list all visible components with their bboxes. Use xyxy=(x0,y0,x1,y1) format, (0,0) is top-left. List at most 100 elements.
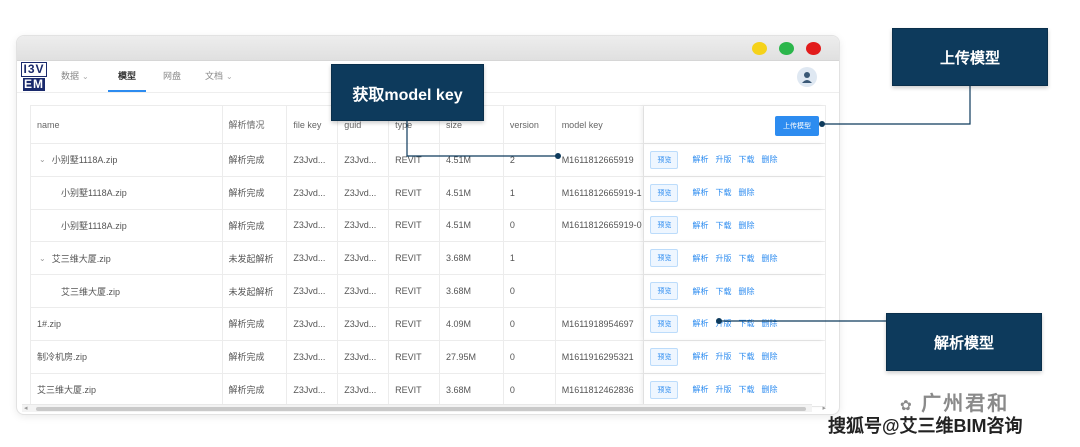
scroll-left-icon[interactable]: ◂ xyxy=(24,404,28,412)
nav-tab-label: 文档 xyxy=(205,71,224,81)
cell-version: 1 xyxy=(504,242,556,275)
cell-status: 解析完成 xyxy=(223,144,288,176)
file-name: 小别墅1118A.zip xyxy=(61,188,127,199)
cell-type: REVIT xyxy=(389,340,440,373)
cell-size: 3.68M xyxy=(440,242,504,275)
maximize-dot[interactable] xyxy=(779,42,794,55)
app-logo: I3V EM xyxy=(19,61,49,92)
download-link[interactable]: 下载 xyxy=(738,351,754,362)
cell-file-key: Z3Jvd... xyxy=(287,340,339,373)
scrollbar-thumb[interactable] xyxy=(36,407,806,411)
delete-link[interactable]: 删除 xyxy=(738,286,754,297)
download-link[interactable]: 下载 xyxy=(715,286,731,297)
table-row[interactable]: 制冷机房.zip 解析完成 Z3Jvd... Z3Jvd... REVIT 27.95M 0… xyxy=(31,340,825,374)
nav-tab-data[interactable]: 数据 ⌄ xyxy=(61,61,89,92)
cell-actions: 预览 解析 下载 删除 xyxy=(644,275,825,307)
cell-file-key: Z3Jvd... xyxy=(287,176,339,209)
cell-status: 解析完成 xyxy=(223,209,288,242)
file-name: 小别墅1118A.zip xyxy=(51,155,118,166)
chevron-down-icon[interactable]: ⌄ xyxy=(39,254,46,263)
scroll-right-icon[interactable]: ▸ xyxy=(822,404,826,412)
delete-link[interactable]: 删除 xyxy=(738,187,754,198)
cell-size: 4.51M xyxy=(440,176,504,209)
horizontal-scrollbar[interactable]: ◂ ▸ xyxy=(22,404,826,412)
cell-status: 未发起解析 xyxy=(223,242,288,275)
parse-link[interactable]: 解析 xyxy=(692,253,708,264)
cell-version: 0 xyxy=(504,209,556,242)
window-titlebar xyxy=(17,36,839,61)
parse-link[interactable]: 解析 xyxy=(692,187,708,198)
header-version[interactable]: version xyxy=(504,106,556,143)
preview-button[interactable]: 预览 xyxy=(650,314,679,333)
table-row[interactable]: 小别墅1118A.zip 解析完成 Z3Jvd... Z3Jvd... REVIT 4.5… xyxy=(31,209,825,243)
header-actions: 上传模型 xyxy=(644,106,825,143)
preview-button[interactable]: 预览 xyxy=(650,183,679,202)
cell-name: 小别墅1118A.zip xyxy=(31,209,223,242)
upgrade-link[interactable]: 升版 xyxy=(715,351,731,362)
cell-actions: 预览 解析 下载 删除 xyxy=(644,210,825,242)
preview-button[interactable]: 预览 xyxy=(650,249,679,268)
cell-actions: 预览 解析 升版 下载 删除 xyxy=(644,341,825,373)
upgrade-link[interactable]: 升版 xyxy=(715,384,731,395)
minimize-dot[interactable] xyxy=(752,42,767,55)
delete-link[interactable]: 删除 xyxy=(761,154,777,165)
download-link[interactable]: 下载 xyxy=(738,253,754,264)
download-link[interactable]: 下载 xyxy=(715,187,731,198)
preview-button[interactable]: 预览 xyxy=(650,150,679,169)
nav-tab-label: 数据 xyxy=(61,71,80,81)
parse-link[interactable]: 解析 xyxy=(692,154,708,165)
table-row[interactable]: 1#.zip 解析完成 Z3Jvd... Z3Jvd... REVIT 4.09M 0 M16… xyxy=(31,307,825,341)
parse-link[interactable]: 解析 xyxy=(692,384,708,395)
cell-version: 0 xyxy=(504,307,556,340)
cell-model-key: M1611916295321 xyxy=(556,340,645,373)
header-status[interactable]: 解析情况 xyxy=(223,106,288,143)
cell-file-key: Z3Jvd... xyxy=(287,307,339,340)
download-link[interactable]: 下载 xyxy=(738,154,754,165)
table-row[interactable]: ⌄ 小别墅1118A.zip 解析完成 Z3Jvd... Z3Jvd... REVIT 4.… xyxy=(31,144,825,177)
download-link[interactable]: 下载 xyxy=(715,220,731,231)
nav-tab-docs[interactable]: 文档 ⌄ xyxy=(205,61,233,92)
table-row[interactable]: 小别墅1118A.zip 解析完成 Z3Jvd... Z3Jvd... REVIT 4.5… xyxy=(31,176,825,210)
chevron-down-icon[interactable]: ⌄ xyxy=(39,155,46,164)
parse-link[interactable]: 解析 xyxy=(692,351,708,362)
upload-model-button[interactable]: 上传模型 xyxy=(774,116,819,136)
preview-button[interactable]: 预览 xyxy=(650,380,679,399)
cell-guid: Z3Jvd... xyxy=(338,307,390,340)
parse-link[interactable]: 解析 xyxy=(692,286,708,297)
delete-link[interactable]: 删除 xyxy=(738,220,754,231)
cell-model-key: M1611918954697 xyxy=(556,307,645,340)
parse-link[interactable]: 解析 xyxy=(692,318,708,329)
nav-tab-netdisk[interactable]: 网盘 xyxy=(163,61,181,92)
header-name[interactable]: name xyxy=(31,106,223,143)
preview-button[interactable]: 预览 xyxy=(650,216,679,235)
preview-button[interactable]: 预览 xyxy=(650,347,679,366)
nav-tab-model[interactable]: 模型 xyxy=(108,61,147,92)
cell-type: REVIT xyxy=(389,307,440,340)
cell-size: 3.68M xyxy=(440,373,504,407)
upgrade-link[interactable]: 升版 xyxy=(715,154,731,165)
cell-model-key: M1611812665919-1 xyxy=(556,176,645,209)
upgrade-link[interactable]: 升版 xyxy=(715,253,731,264)
download-link[interactable]: 下载 xyxy=(738,384,754,395)
table-row[interactable]: 艾三维大厦.zip 解析完成 Z3Jvd... Z3Jvd... REVIT 3.68M 0… xyxy=(31,373,825,407)
cell-guid: Z3Jvd... xyxy=(338,144,390,176)
cell-actions: 预览 解析 升版 下载 删除 xyxy=(644,308,825,340)
watermark-source: 搜狐号@艾三维BIM咨询 xyxy=(828,416,1023,436)
preview-button[interactable]: 预览 xyxy=(650,282,679,301)
header-model-key[interactable]: model key xyxy=(556,106,645,143)
parse-link[interactable]: 解析 xyxy=(692,220,708,231)
delete-link[interactable]: 删除 xyxy=(761,253,777,264)
table-row[interactable]: 艾三维大厦.zip 未发起解析 Z3Jvd... Z3Jvd... REVIT 3.68M… xyxy=(31,275,825,308)
cell-type: REVIT xyxy=(389,373,440,407)
close-dot[interactable] xyxy=(806,42,821,55)
download-link[interactable]: 下载 xyxy=(738,318,754,329)
table-row[interactable]: ⌄ 艾三维大厦.zip 未发起解析 Z3Jvd... Z3Jvd... REVIT 3.68… xyxy=(31,242,825,276)
user-avatar-icon[interactable] xyxy=(797,67,817,87)
cell-guid: Z3Jvd... xyxy=(338,340,390,373)
delete-link[interactable]: 删除 xyxy=(761,318,777,329)
delete-link[interactable]: 删除 xyxy=(761,384,777,395)
file-name: 小别墅1118A.zip xyxy=(61,220,127,231)
upgrade-link[interactable]: 升版 xyxy=(715,318,731,329)
file-name: 艾三维大厦.zip xyxy=(37,385,97,396)
delete-link[interactable]: 删除 xyxy=(761,351,777,362)
